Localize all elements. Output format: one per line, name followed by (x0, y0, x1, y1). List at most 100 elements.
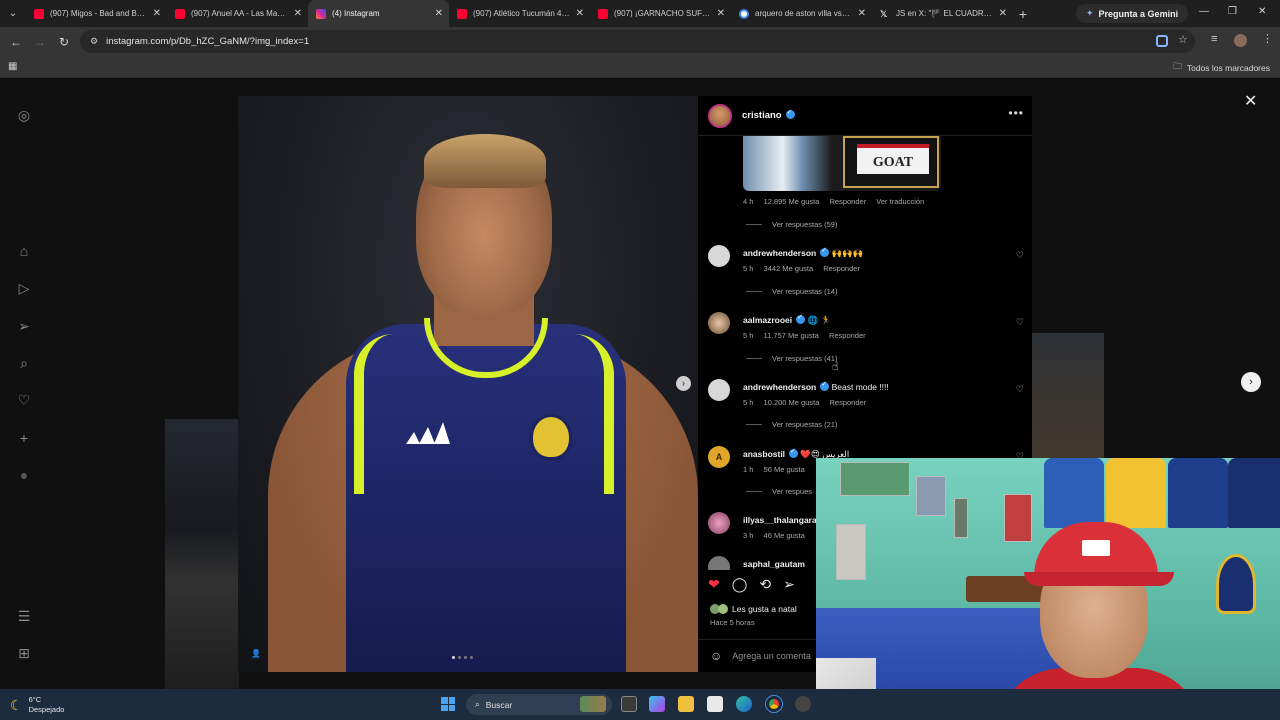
chrome-icon[interactable] (766, 696, 782, 712)
profile-icon[interactable]: ● (16, 467, 32, 483)
view-replies-button[interactable]: Ver respuestas (59) (746, 220, 837, 229)
browser-tab[interactable]: 𝕏 JS en X: "🏴 EL CUADRO D... ✕ (872, 0, 1013, 27)
browser-tab[interactable]: arquero de aston villa vs p... ✕ (731, 0, 872, 27)
author-username-text[interactable]: cristiano (742, 110, 782, 121)
media-icon[interactable]: ≡ (1211, 33, 1217, 45)
home-icon[interactable]: ⌂ (16, 243, 32, 259)
edge-icon[interactable] (736, 696, 752, 712)
apps-grid-icon[interactable]: ▦ (8, 61, 17, 72)
like-comment-heart-icon[interactable]: ♡ (1016, 250, 1024, 261)
comment-likes[interactable]: 10.200 Me gusta (764, 398, 820, 407)
share-icon[interactable]: ➢ (783, 576, 795, 593)
view-replies-button[interactable]: Ver respuestas (21) (746, 420, 837, 429)
add-comment-input[interactable]: Agrega un comenta (732, 651, 811, 661)
forward-icon[interactable]: → (28, 35, 52, 49)
like-heart-icon[interactable]: ❤ (708, 576, 720, 593)
repost-icon[interactable]: ⟲ (759, 576, 771, 593)
gemini-button[interactable]: ✦ Pregunta a Gemini (1076, 4, 1189, 23)
app-icon[interactable] (795, 696, 811, 712)
search-icon[interactable]: ⌕ (16, 355, 32, 371)
also-from-meta-icon[interactable]: ⊞ (16, 645, 32, 661)
browser-tab[interactable]: (907) Migos - Bad and Bo... ✕ (26, 0, 167, 27)
tab-close-icon[interactable]: ✕ (435, 8, 443, 19)
url-text[interactable]: instagram.com/p/Db_hZC_GaNM/?img_index=1 (106, 36, 309, 47)
comment-likes[interactable]: 56 Me gusta (764, 465, 805, 474)
commenter-username[interactable]: saphal_gautam (743, 559, 805, 569)
view-replies-button[interactable]: Ver respuestas (14) (746, 287, 837, 296)
commenter-username[interactable]: illyas__thalangara (743, 515, 817, 525)
instagram-logo-icon[interactable]: ◎ (16, 107, 32, 123)
commenter-avatar[interactable] (708, 512, 730, 534)
reload-icon[interactable]: ↻ (52, 35, 76, 49)
commenter-avatar[interactable]: A (708, 446, 730, 468)
commenter-avatar[interactable] (708, 379, 730, 401)
file-explorer-icon[interactable] (678, 696, 694, 712)
commenter-username[interactable]: andrewhenderson (743, 248, 816, 258)
commenter-username[interactable]: andrewhenderson (743, 382, 816, 392)
tab-search-icon[interactable]: ⌄ (0, 0, 26, 27)
bookmark-star-icon[interactable]: ☆ (1178, 33, 1188, 46)
comment-likes[interactable]: 12.895 Me gusta (764, 197, 820, 206)
comment-likes[interactable]: 11.757 Me gusta (764, 331, 819, 340)
liked-by[interactable]: Les gusta a natal (710, 604, 797, 614)
reply-button[interactable]: Responder (830, 197, 867, 206)
commenter-avatar[interactable] (708, 312, 730, 334)
reels-icon[interactable]: ▷ (16, 280, 32, 296)
restore-icon[interactable]: ❐ (1228, 6, 1237, 17)
copilot-icon[interactable] (649, 696, 665, 712)
comment-likes[interactable]: 3442 Me gusta (764, 264, 814, 273)
author-avatar[interactable] (708, 104, 732, 128)
all-bookmarks-button[interactable]: 🗀 Todos los marcadores (1173, 61, 1270, 75)
widgets-icon[interactable] (580, 696, 606, 712)
tab-close-icon[interactable]: ✕ (576, 8, 584, 19)
tab-close-icon[interactable]: ✕ (153, 8, 161, 19)
reply-button[interactable]: Responder (823, 264, 860, 273)
author-username[interactable]: cristiano (742, 108, 795, 121)
url-bar[interactable]: ⚙ instagram.com/p/Db_hZC_GaNM/?img_index… (80, 30, 1195, 53)
lens-icon[interactable] (1156, 35, 1168, 47)
reply-button[interactable]: Responder (830, 398, 867, 407)
notifications-heart-icon[interactable]: ♡ (16, 392, 32, 408)
comment-icon[interactable]: ◯ (732, 576, 748, 593)
commenter-username[interactable]: anasbostil (743, 449, 785, 459)
tab-close-icon[interactable]: ✕ (717, 8, 725, 19)
liked-by-text[interactable]: Les gusta a natal (732, 604, 797, 614)
create-icon[interactable]: + (16, 430, 32, 446)
weather-widget[interactable]: ☾ 6°C Despejado (10, 695, 64, 715)
commenter-avatar[interactable] (708, 245, 730, 267)
translate-button[interactable]: Ver traducción (876, 197, 924, 206)
comment-image[interactable]: GOAT (743, 136, 941, 191)
next-post-button[interactable]: › (1241, 372, 1261, 392)
back-icon[interactable]: ← (4, 35, 28, 49)
profile-avatar[interactable] (1234, 34, 1247, 47)
close-post-icon[interactable]: ✕ (1244, 91, 1257, 111)
task-view-icon[interactable] (621, 696, 637, 712)
minimize-icon[interactable]: — (1199, 6, 1209, 17)
comment-likes[interactable]: 46 Me gusta (764, 531, 805, 540)
view-replies-button[interactable]: Ver respues (746, 487, 812, 496)
site-info-icon[interactable]: ⚙ (90, 36, 98, 47)
more-options-icon[interactable]: ••• (1008, 106, 1024, 120)
tagged-user-icon[interactable]: 👤 (251, 649, 261, 658)
carousel-next-button[interactable]: › (676, 376, 691, 391)
emoji-icon[interactable]: ☺ (710, 649, 722, 663)
commenter-username[interactable]: aalmazrooei (743, 315, 792, 325)
view-replies-button[interactable]: Ver respuestas (41) (746, 354, 837, 363)
browser-tab-active[interactable]: (4) Instagram ✕ (308, 0, 449, 27)
browser-tab[interactable]: (907) Atlético Tucumán 4 ... ✕ (449, 0, 590, 27)
new-tab-button[interactable]: + (1013, 6, 1033, 22)
more-menu-icon[interactable]: ☰ (16, 608, 32, 624)
tab-close-icon[interactable]: ✕ (999, 8, 1007, 19)
tab-close-icon[interactable]: ✕ (294, 8, 302, 19)
commenter-avatar[interactable] (708, 556, 730, 570)
tab-close-icon[interactable]: ✕ (858, 8, 866, 19)
reply-button[interactable]: Responder (829, 331, 866, 340)
browser-tab[interactable]: (907) ¡GARNACHO SUFRIÓ... ✕ (590, 0, 731, 27)
close-window-icon[interactable]: ✕ (1258, 6, 1266, 17)
messages-icon[interactable]: ➢ (16, 318, 32, 334)
like-comment-heart-icon[interactable]: ♡ (1016, 317, 1024, 328)
like-comment-heart-icon[interactable]: ♡ (1016, 384, 1024, 395)
browser-menu-icon[interactable]: ⋮ (1262, 32, 1273, 45)
browser-tab[interactable]: (907) Anuel AA - Las Mas ... ✕ (167, 0, 308, 27)
windows-start-icon[interactable] (441, 697, 455, 711)
